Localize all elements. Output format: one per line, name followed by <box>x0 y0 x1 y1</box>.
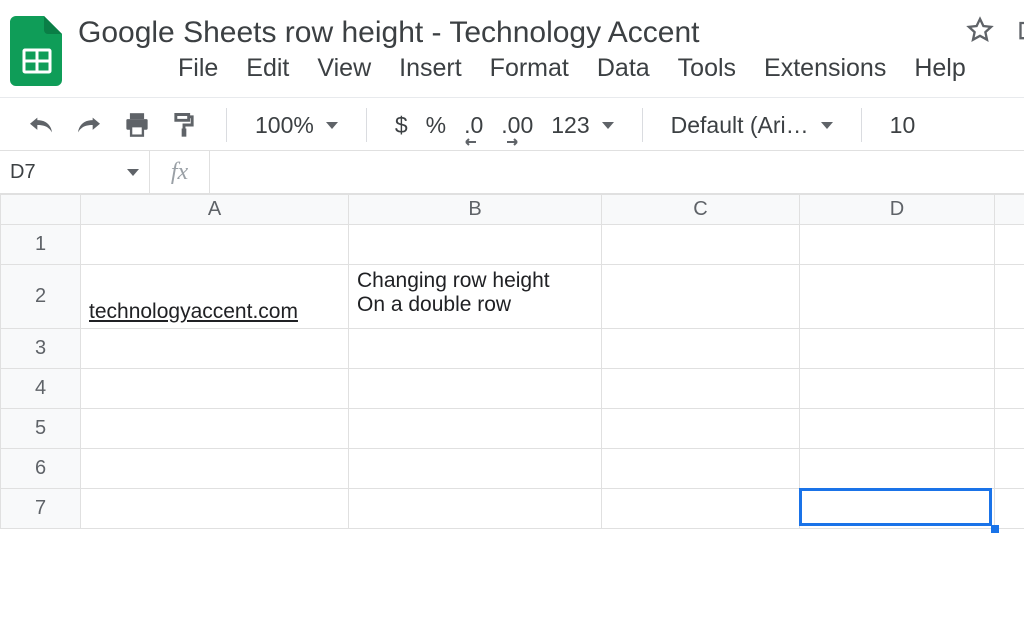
fx-icon: fx <box>150 151 210 193</box>
row-header-4[interactable]: 4 <box>1 369 81 409</box>
row-header-3[interactable]: 3 <box>1 329 81 369</box>
row-header-2[interactable]: 2 <box>1 265 81 329</box>
chevron-down-icon <box>602 122 614 129</box>
star-icon[interactable] <box>966 16 994 44</box>
decrease-decimal-button[interactable]: .0 <box>464 112 483 139</box>
spreadsheet-grid[interactable]: A B C D 1 2 technologyaccent.com Changin… <box>0 194 1024 529</box>
cell-e3[interactable] <box>995 329 1024 369</box>
cell-a7[interactable] <box>81 489 349 529</box>
formula-bar-input[interactable] <box>210 151 1024 193</box>
increase-decimal-button[interactable]: .00 <box>501 112 533 139</box>
chevron-down-icon <box>127 169 139 176</box>
menu-format[interactable]: Format <box>490 54 569 83</box>
currency-button[interactable]: $ <box>395 112 408 139</box>
cell-a6[interactable] <box>81 449 349 489</box>
column-header-d[interactable]: D <box>800 195 995 225</box>
cell-a3[interactable] <box>81 329 349 369</box>
cell-b3[interactable] <box>349 329 602 369</box>
name-box[interactable]: D7 <box>0 151 150 193</box>
move-to-drive-icon[interactable] <box>1016 16 1024 44</box>
cell-a2[interactable]: technologyaccent.com <box>81 265 349 329</box>
cell-e1[interactable] <box>995 225 1024 265</box>
cell-c2[interactable] <box>602 265 800 329</box>
row-header-1[interactable]: 1 <box>1 225 81 265</box>
cell-c7[interactable] <box>602 489 800 529</box>
cell-b5[interactable] <box>349 409 602 449</box>
row-header-7[interactable]: 7 <box>1 489 81 529</box>
cell-a5[interactable] <box>81 409 349 449</box>
chevron-down-icon <box>326 122 338 129</box>
cell-e4[interactable] <box>995 369 1024 409</box>
cell-d2[interactable] <box>800 265 995 329</box>
cell-d6[interactable] <box>800 449 995 489</box>
cell-e6[interactable] <box>995 449 1024 489</box>
menu-tools[interactable]: Tools <box>678 54 736 83</box>
cell-e2[interactable] <box>995 265 1024 329</box>
menu-view[interactable]: View <box>317 54 371 83</box>
cell-b4[interactable] <box>349 369 602 409</box>
sheets-app-icon[interactable] <box>10 10 62 92</box>
cell-d7[interactable] <box>800 489 995 529</box>
cell-e7[interactable] <box>995 489 1024 529</box>
cell-c5[interactable] <box>602 409 800 449</box>
menu-insert[interactable]: Insert <box>399 54 462 83</box>
font-family-dropdown[interactable]: Default (Ari… <box>671 112 833 139</box>
zoom-value: 100% <box>255 112 314 139</box>
print-icon[interactable] <box>122 112 152 138</box>
row-header-5[interactable]: 5 <box>1 409 81 449</box>
cell-d3[interactable] <box>800 329 995 369</box>
cell-d1[interactable] <box>800 225 995 265</box>
cell-b7[interactable] <box>349 489 602 529</box>
menu-data[interactable]: Data <box>597 54 650 83</box>
paint-format-icon[interactable] <box>170 111 198 139</box>
cell-e5[interactable] <box>995 409 1024 449</box>
cell-c4[interactable] <box>602 369 800 409</box>
menu-edit[interactable]: Edit <box>246 54 289 83</box>
cell-c6[interactable] <box>602 449 800 489</box>
cell-d5[interactable] <box>800 409 995 449</box>
font-size-field[interactable]: 10 <box>890 112 916 139</box>
select-all-corner[interactable] <box>1 195 81 225</box>
number-format-dropdown[interactable]: 123 <box>551 112 613 139</box>
cell-a4[interactable] <box>81 369 349 409</box>
cell-b2[interactable]: Changing row height On a double row <box>349 265 602 329</box>
document-title[interactable]: Google Sheets row height - Technology Ac… <box>78 10 966 52</box>
redo-icon[interactable] <box>74 114 104 136</box>
cell-c3[interactable] <box>602 329 800 369</box>
menu-help[interactable]: Help <box>914 54 965 83</box>
percent-button[interactable]: % <box>426 112 446 139</box>
column-header-c[interactable]: C <box>602 195 800 225</box>
undo-icon[interactable] <box>26 114 56 136</box>
column-header-b[interactable]: B <box>349 195 602 225</box>
chevron-down-icon <box>821 122 833 129</box>
column-header-a[interactable]: A <box>81 195 349 225</box>
cell-c1[interactable] <box>602 225 800 265</box>
column-header-extra[interactable] <box>995 195 1024 225</box>
cell-b1[interactable] <box>349 225 602 265</box>
toolbar: 100% $ % .0 .00 123 Default (Ari… 10 <box>0 98 1024 150</box>
zoom-dropdown[interactable]: 100% <box>255 112 338 139</box>
menu-extensions[interactable]: Extensions <box>764 54 886 83</box>
cell-a1[interactable] <box>81 225 349 265</box>
menu-file[interactable]: File <box>178 54 218 83</box>
cell-b6[interactable] <box>349 449 602 489</box>
row-header-6[interactable]: 6 <box>1 449 81 489</box>
cell-d4[interactable] <box>800 369 995 409</box>
